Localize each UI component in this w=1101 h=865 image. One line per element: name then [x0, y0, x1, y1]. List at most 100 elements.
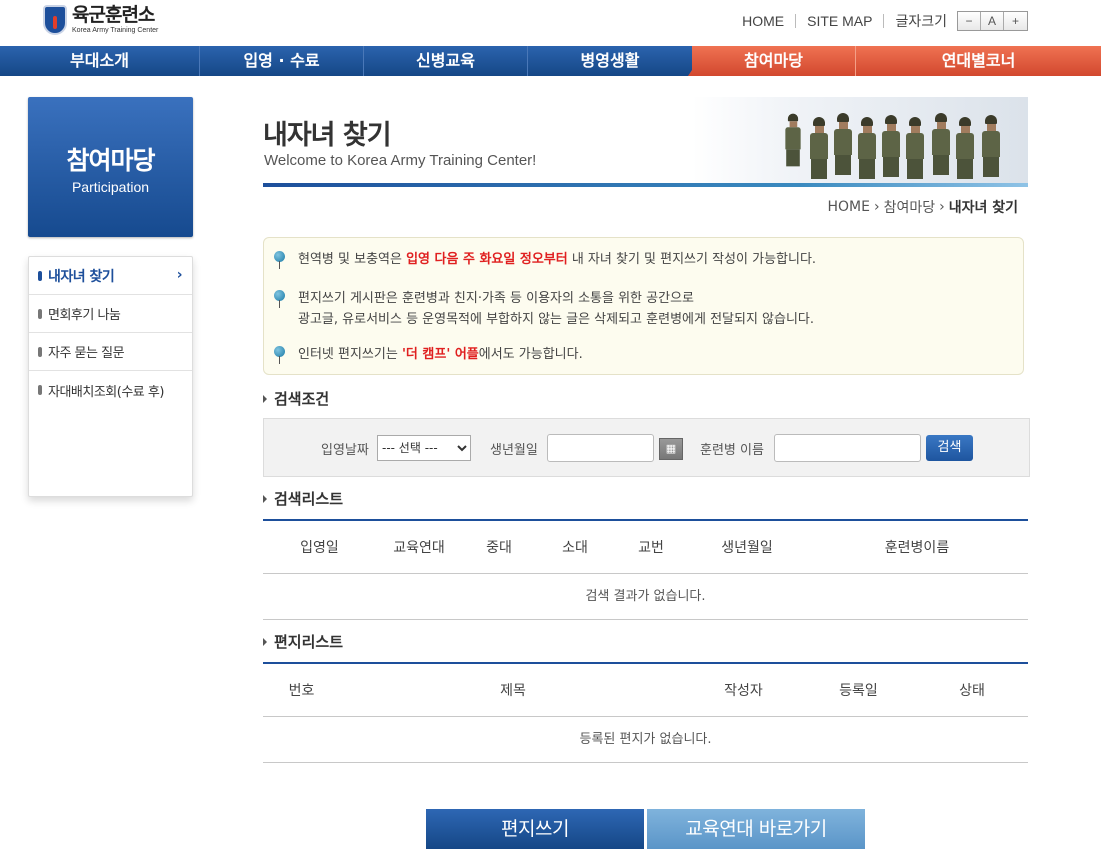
- search-button[interactable]: 검색: [926, 435, 973, 461]
- calendar-icon[interactable]: ▦: [659, 438, 683, 460]
- logo-title: 육군훈련소: [72, 4, 155, 26]
- col-header: 교육연대: [393, 540, 445, 556]
- col-header: 중대: [486, 540, 512, 556]
- goto-regiment-button[interactable]: 교육연대 바로가기: [647, 809, 865, 849]
- notice-text: 인터넷 편지쓰기는: [298, 347, 402, 362]
- name-label: 훈련병 이름: [700, 443, 764, 458]
- page-subtitle: Welcome to Korea Army Training Center!: [264, 152, 537, 169]
- section-title-results: 검색리스트: [263, 488, 343, 509]
- empty-message: 등록된 편지가 없습니다.: [263, 717, 1028, 763]
- notice-highlight: '더 캠프' 어플: [401, 347, 479, 362]
- section-title-text: 검색리스트: [274, 490, 344, 508]
- soldiers-banner-image: [692, 97, 1028, 185]
- pin-icon: [274, 251, 285, 269]
- divider: [883, 14, 885, 28]
- bullet-icon: [38, 385, 42, 395]
- search-form: 입영날짜 --- 선택 --- 생년월일 ▦ 훈련병 이름 검색: [263, 418, 1030, 477]
- nav-item-barracks-life[interactable]: 병영생활: [528, 46, 692, 76]
- enlist-date-select[interactable]: --- 선택 ---: [377, 435, 471, 461]
- font-decrease-button[interactable]: −: [958, 12, 981, 30]
- site-logo[interactable]: 육군훈련소 Korea Army Training Center: [43, 5, 158, 35]
- side-item-faq[interactable]: 자주 묻는 질문: [29, 333, 192, 371]
- notice-text: 현역병 및 보충역은: [298, 252, 407, 267]
- notice-box: 현역병 및 보충역은 입영 다음 주 화요일 정오부터 내 자녀 찾기 및 편지…: [263, 237, 1024, 375]
- breadcrumb-home[interactable]: HOME: [827, 199, 869, 215]
- site-header: 육군훈련소 Korea Army Training Center HOME SI…: [0, 0, 1101, 46]
- side-item-label: 면회후기 나눔: [48, 308, 121, 323]
- fontsize-control: − A +: [957, 11, 1028, 31]
- side-menu: 내자녀 찾기 › 면회후기 나눔 자주 묻는 질문 자대배치조회(수료 후): [28, 256, 193, 497]
- col-header: 작성자: [724, 683, 763, 699]
- birthdate-input[interactable]: [547, 434, 654, 462]
- col-header: 등록일: [839, 683, 878, 699]
- font-reset-button[interactable]: A: [981, 12, 1004, 30]
- pin-icon: [274, 346, 285, 364]
- breadcrumb: HOME › 참여마당 › 내자녀 찾기: [827, 197, 1018, 217]
- col-header: 교번: [638, 540, 664, 556]
- write-letter-button[interactable]: 편지쓰기: [426, 809, 644, 849]
- side-item-label: 내자녀 찾기: [48, 268, 115, 285]
- notice-line-3: 인터넷 편지쓰기는 '더 캠프' 어플에서도 가능합니다.: [298, 344, 583, 365]
- empty-message: 검색 결과가 없습니다.: [263, 574, 1028, 620]
- pin-icon: [274, 290, 285, 308]
- nav-item-participation[interactable]: 참여마당: [692, 46, 856, 76]
- title-underline: [263, 183, 1028, 187]
- notice-text: 내 자녀 찾기 및 편지쓰기 작성이 가능합니다.: [567, 252, 817, 267]
- nav-item-unit-intro[interactable]: 부대소개: [0, 46, 200, 76]
- result-table: 입영일 교육연대 중대 소대 교번 생년월일 훈련병이름 검색 결과가 없습니다…: [263, 519, 1028, 620]
- font-increase-button[interactable]: +: [1004, 12, 1027, 30]
- section-title-search: 검색조건: [263, 388, 329, 409]
- nav-item-recruit-training[interactable]: 신병교육: [364, 46, 528, 76]
- triangle-icon: [263, 637, 267, 646]
- col-header: 생년월일: [721, 540, 773, 556]
- side-item-visit-review[interactable]: 면회후기 나눔: [29, 295, 192, 333]
- notice-line-1: 현역병 및 보충역은 입영 다음 주 화요일 정오부터 내 자녀 찾기 및 편지…: [298, 249, 816, 270]
- section-title-letters: 편지리스트: [263, 631, 343, 652]
- letter-table: 번호 제목 작성자 등록일 상태 등록된 편지가 없습니다.: [263, 662, 1028, 763]
- col-header: 입영일: [300, 540, 339, 556]
- col-header: 번호: [288, 683, 315, 699]
- triangle-icon: [263, 494, 267, 503]
- notice-line-2: 편지쓰기 게시판은 훈련병과 친지·가족 등 이용자의 소통을 위한 공간으로 …: [298, 288, 814, 330]
- utility-nav: HOME SITE MAP 글자크기 − A +: [742, 11, 1028, 31]
- col-header: 상태: [959, 683, 985, 699]
- notice-text: 에서도 가능합니다.: [478, 347, 583, 362]
- section-title-text: 편지리스트: [274, 633, 344, 651]
- chevron-right-icon: ›: [873, 199, 880, 215]
- army-emblem-icon: [43, 5, 67, 35]
- table-header: 입영일 교육연대 중대 소대 교번 생년월일 훈련병이름: [263, 521, 1028, 574]
- notice-text: 편지쓰기 게시판은 훈련병과 친지·가족 등 이용자의 소통을 위한 공간으로: [298, 291, 694, 306]
- breadcrumb-section[interactable]: 참여마당: [884, 197, 936, 217]
- side-item-placement-lookup[interactable]: 자대배치조회(수료 후): [29, 371, 192, 409]
- chevron-right-icon: ›: [939, 199, 945, 215]
- page-title: 내자녀 찾기: [263, 120, 392, 151]
- sitemap-link[interactable]: SITE MAP: [807, 13, 872, 29]
- date-label: 입영날짜: [321, 443, 369, 458]
- main-nav: 부대소개 입영 · 수료 신병교육 병영생활 참여마당 연대별코너: [0, 46, 1101, 76]
- side-item-label: 자주 묻는 질문: [48, 346, 125, 361]
- col-header: 훈련병이름: [884, 540, 950, 556]
- side-item-find-child[interactable]: 내자녀 찾기 ›: [29, 257, 192, 295]
- nav-item-regiment-corner[interactable]: 연대별코너: [856, 46, 1101, 76]
- bullet-icon: [38, 308, 42, 319]
- side-title-box: 참여마당 Participation: [28, 97, 193, 237]
- breadcrumb-current: 내자녀 찾기: [948, 200, 1018, 216]
- bullet-icon: [38, 346, 42, 357]
- trainee-name-input[interactable]: [774, 434, 921, 462]
- home-link[interactable]: HOME: [742, 13, 784, 29]
- divider: [795, 14, 797, 28]
- logo-subtitle: Korea Army Training Center: [72, 27, 159, 34]
- section-title-text: 검색조건: [274, 390, 330, 408]
- fontsize-label: 글자크기: [895, 13, 947, 29]
- side-title: 참여마당: [66, 146, 155, 175]
- triangle-icon: [263, 394, 267, 403]
- notice-text: 광고글, 유로서비스 등 운영목적에 부합하지 않는 글은 삭제되고 훈련병에게…: [298, 312, 815, 327]
- col-header: 소대: [562, 540, 588, 556]
- side-item-label: 자대배치조회(수료 후): [48, 384, 164, 400]
- nav-item-enlistment[interactable]: 입영 · 수료: [200, 46, 364, 76]
- table-header: 번호 제목 작성자 등록일 상태: [263, 664, 1028, 717]
- col-header: 제목: [500, 683, 526, 699]
- chevron-right-icon: ›: [176, 267, 183, 283]
- bullet-icon: [38, 270, 42, 281]
- side-title-en: Participation: [71, 179, 150, 195]
